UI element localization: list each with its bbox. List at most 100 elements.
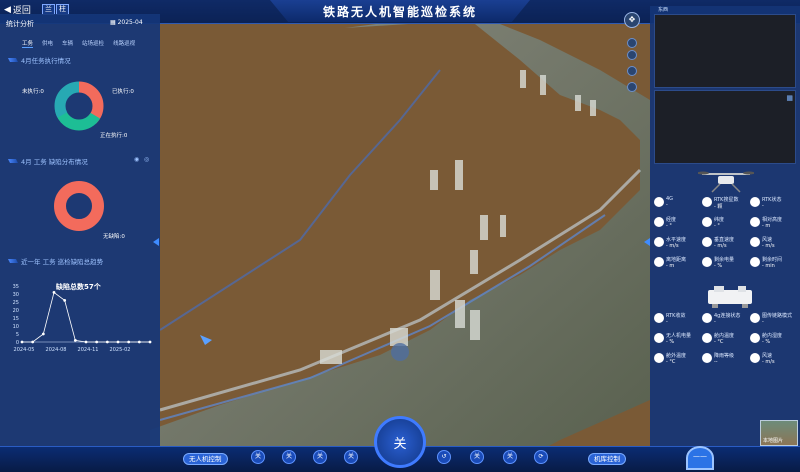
data-point[interactable] bbox=[63, 299, 67, 302]
zoom-out-icon[interactable] bbox=[627, 50, 637, 60]
series-line bbox=[22, 291, 150, 343]
data-point[interactable] bbox=[148, 340, 152, 344]
status-field: 剩余电量 - % bbox=[702, 256, 734, 269]
tab-gongdian[interactable]: 供电 bbox=[42, 39, 53, 48]
data-point[interactable] bbox=[52, 291, 56, 294]
tab-zhanchang[interactable]: 站场巡检 bbox=[82, 39, 104, 48]
data-point[interactable] bbox=[20, 340, 24, 344]
data-point[interactable] bbox=[84, 340, 88, 344]
status-field-value: -- bbox=[714, 359, 718, 365]
outer-temp-icon bbox=[654, 353, 664, 363]
video-feed-secondary[interactable]: ▦ bbox=[654, 90, 796, 164]
main-toggle-button[interactable]: 关 bbox=[374, 416, 426, 468]
y-tick-label: 30 bbox=[13, 292, 19, 298]
status-field-label: 舱内湿度 bbox=[762, 333, 783, 339]
latitude-icon bbox=[702, 217, 712, 227]
label-not-executed: 未执行:0 bbox=[22, 89, 44, 95]
control-icon-6[interactable]: 关 bbox=[470, 450, 484, 464]
control-icon-1[interactable]: 关 bbox=[251, 450, 265, 464]
status-field-label: 垂直速度 bbox=[714, 237, 735, 243]
zoom-in-icon[interactable] bbox=[627, 38, 637, 48]
y-tick-label: 25 bbox=[13, 300, 19, 306]
tab-gongwu[interactable]: 工务 bbox=[22, 39, 34, 48]
status-field-value: - m bbox=[666, 263, 675, 269]
y-tick-label: 5 bbox=[16, 332, 19, 338]
control-icon-5[interactable]: ↺ bbox=[437, 450, 451, 464]
compass-icon[interactable]: ✥ bbox=[624, 12, 640, 28]
status-field: 舱外温度 - °C bbox=[654, 352, 686, 365]
status-field: 纬度 - ° bbox=[702, 216, 724, 229]
link-icon bbox=[750, 313, 760, 323]
control-icon-2[interactable]: 关 bbox=[282, 450, 296, 464]
status-field-value: - ° bbox=[666, 223, 672, 229]
section-marker-icon bbox=[8, 159, 18, 163]
left-panel: 统计分析 ▦ 2025-04 工务 供电 车辆 站场巡检 线路巡视 4月任务执行… bbox=[0, 14, 160, 446]
task-donut-chart bbox=[54, 81, 104, 131]
eye-closed-icon[interactable]: ◎ bbox=[144, 156, 149, 163]
data-point[interactable] bbox=[105, 340, 109, 344]
collapse-left-arrow-icon[interactable] bbox=[153, 238, 159, 246]
section-marker-icon bbox=[8, 259, 18, 263]
section-marker-icon bbox=[8, 58, 18, 62]
trend-line-chart: 0 5 10 15 20 25 30 35 2024-05 2024-08 2024-11 2025-… bbox=[13, 284, 152, 353]
control-icon-4[interactable]: 关 bbox=[344, 450, 358, 464]
status-field-value: - bbox=[666, 202, 668, 208]
settings-icon[interactable] bbox=[627, 82, 637, 92]
status-field-value: - bbox=[762, 203, 764, 209]
layers-icon[interactable] bbox=[627, 66, 637, 76]
status-field-value: - % bbox=[666, 339, 675, 345]
eye-icon[interactable]: ◉ bbox=[134, 156, 139, 163]
height-icon bbox=[750, 217, 760, 227]
grid-icon[interactable]: ▦ bbox=[786, 94, 793, 102]
status-field-label: 相对高度 bbox=[762, 217, 783, 223]
date-picker[interactable]: ▦ 2025-04 bbox=[110, 19, 143, 26]
y-tick-label: 10 bbox=[13, 324, 19, 330]
status-field-label: 离地距离 bbox=[666, 257, 687, 263]
status-field-label: 舱外温度 bbox=[666, 353, 687, 359]
y-tick-label: 0 bbox=[16, 340, 19, 346]
y-tick-label: 15 bbox=[13, 316, 19, 322]
dock-control-button[interactable]: 机库控制 bbox=[588, 453, 626, 465]
data-point[interactable] bbox=[31, 340, 35, 344]
control-icon-7[interactable]: 关 bbox=[503, 450, 517, 464]
battery-icon bbox=[702, 257, 712, 267]
calendar-icon: ▦ bbox=[110, 19, 118, 26]
rtk-icon bbox=[654, 313, 664, 323]
status-field: 无人机电量 - % bbox=[654, 332, 691, 345]
collapse-right-arrow-icon[interactable] bbox=[644, 238, 650, 246]
signal-icon bbox=[654, 197, 664, 207]
refresh-icon[interactable]: ⟳ bbox=[534, 450, 548, 464]
wind-icon bbox=[750, 353, 760, 363]
back-arrow-icon: ◀ bbox=[4, 4, 11, 15]
tab-cheliang[interactable]: 车辆 bbox=[62, 39, 73, 48]
status-field-label: 无人机电量 bbox=[666, 333, 692, 339]
status-field-label: 降雨等级 bbox=[714, 353, 735, 359]
y-tick-label: 35 bbox=[13, 284, 19, 290]
status-field: 风速 - m/s bbox=[750, 352, 775, 365]
data-point[interactable] bbox=[73, 339, 77, 342]
humidity-icon bbox=[750, 333, 760, 343]
defect-donut-chart bbox=[54, 181, 104, 231]
status-field-label: 风速 bbox=[762, 237, 773, 243]
data-point[interactable] bbox=[137, 340, 141, 344]
status-field-label: 舱内温度 bbox=[714, 333, 735, 339]
data-point[interactable] bbox=[116, 340, 120, 344]
status-field: RTK状态 - bbox=[750, 196, 781, 209]
status-field: 舱内湿度 - % bbox=[750, 332, 782, 345]
status-field-label: 剩余电量 bbox=[714, 257, 735, 263]
data-point[interactable] bbox=[95, 340, 99, 344]
app-root: ◀ 返回 兰 柱 铁路无人机智能巡检系统 统计分析 ▦ 2025-04 工务 供… bbox=[0, 0, 800, 472]
drone-control-button[interactable]: 无人机控制 bbox=[183, 453, 228, 465]
data-point[interactable] bbox=[127, 340, 131, 344]
status-field-value: - % bbox=[762, 339, 771, 345]
control-icon-3[interactable]: 关 bbox=[313, 450, 327, 464]
expand-button[interactable]: —— bbox=[686, 446, 714, 470]
status-field-label: RTK搜星数 bbox=[714, 197, 739, 203]
data-point[interactable] bbox=[41, 332, 45, 336]
y-tick-label: 20 bbox=[13, 308, 19, 314]
label-executed: 已执行:0 bbox=[112, 89, 134, 95]
tab-xianlu[interactable]: 线路巡视 bbox=[113, 39, 135, 48]
video-feed-primary[interactable] bbox=[654, 14, 796, 88]
local-image-thumbnail[interactable]: 本地图片 bbox=[760, 420, 798, 446]
status-field-value: - 颗 bbox=[714, 204, 723, 210]
